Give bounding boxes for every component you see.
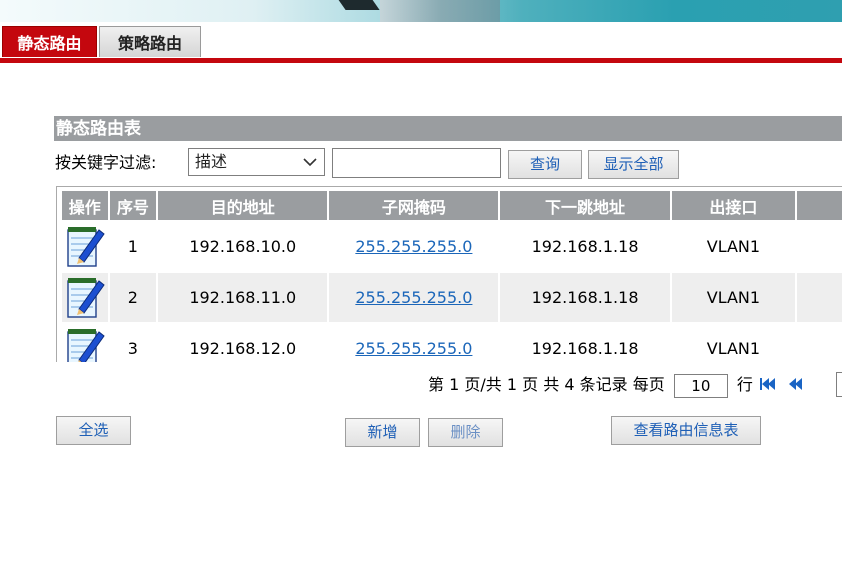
row-index: 2 <box>109 273 157 322</box>
first-page-icon[interactable] <box>760 373 776 399</box>
add-button[interactable]: 新增 <box>345 418 420 447</box>
tab-bar: 静态路由 策略路由 <box>0 25 842 59</box>
per-page-input[interactable]: 10 <box>673 373 728 398</box>
header-action: 操作 <box>62 191 108 220</box>
header-destination: 目的地址 <box>158 191 328 220</box>
row-next-hop: 192.168.1.18 <box>500 222 670 271</box>
header-next-hop: 下一跳地址 <box>500 191 670 220</box>
header-mask: 子网掩码 <box>329 191 499 220</box>
row-mask-cell: 255.255.255.0 <box>329 273 499 322</box>
mask-link[interactable]: 255.255.255.0 <box>355 339 472 358</box>
banner-dark-shape <box>334 0 380 10</box>
header-index: 序号 <box>109 191 157 220</box>
pager-total-records: 4 <box>564 375 575 394</box>
prev-page-icon[interactable] <box>789 373 803 399</box>
row-index: 1 <box>109 222 157 271</box>
view-route-info-button[interactable]: 查看路由信息表 <box>611 416 761 445</box>
page-number-input[interactable] <box>836 372 842 397</box>
notepad-pen-icon[interactable] <box>65 224 105 270</box>
table-row: 3 192.168.12.0 255.255.255.0 192.168.1.1… <box>62 324 842 362</box>
pager-current-page: 1 <box>449 375 460 394</box>
mask-link[interactable]: 255.255.255.0 <box>355 237 472 256</box>
filter-label: 按关键字过滤: <box>55 153 157 172</box>
edit-cell <box>62 324 108 362</box>
query-button[interactable]: 查询 <box>508 150 582 179</box>
filter-field-select[interactable]: 描述 <box>188 148 325 176</box>
pager-text-2: 页 共 <box>522 375 560 394</box>
header-extra <box>797 191 842 220</box>
filter-keyword-input[interactable] <box>332 148 501 178</box>
row-extra <box>797 222 842 271</box>
row-extra <box>797 273 842 322</box>
filter-select-value: 描述 <box>195 152 228 171</box>
tab-underline <box>0 58 842 63</box>
section-title: 静态路由表 <box>54 116 842 141</box>
row-mask-cell: 255.255.255.0 <box>329 324 499 362</box>
table-header-row: 操作 序号 目的地址 子网掩码 下一跳地址 出接口 <box>62 191 842 220</box>
mask-link[interactable]: 255.255.255.0 <box>355 288 472 307</box>
show-all-button[interactable]: 显示全部 <box>588 150 679 179</box>
pager-suffix: 行 <box>736 375 753 394</box>
row-index: 3 <box>109 324 157 362</box>
row-destination: 192.168.10.0 <box>158 222 328 271</box>
pager-total-pages: 1 <box>506 375 518 394</box>
edit-cell <box>62 222 108 271</box>
notepad-pen-icon[interactable] <box>65 326 105 362</box>
table-row: 1 192.168.10.0 255.255.255.0 192.168.1.1… <box>62 222 842 271</box>
row-mask-cell: 255.255.255.0 <box>329 222 499 271</box>
pagination: 第 1 页/共 1 页 共 4 条记录 每页 10 行 <box>428 372 803 399</box>
row-extra <box>797 324 842 362</box>
select-all-button[interactable]: 全选 <box>56 416 131 445</box>
notepad-pen-icon[interactable] <box>65 275 105 321</box>
route-table: 操作 序号 目的地址 子网掩码 下一跳地址 出接口 1 192.168.10.0… <box>60 189 842 362</box>
top-banner <box>0 0 842 24</box>
pager-text-1: 页/共 <box>464 375 502 394</box>
tab-static-route[interactable]: 静态路由 <box>2 26 97 57</box>
banner-graphic <box>380 0 500 24</box>
row-interface: VLAN1 <box>671 273 796 322</box>
row-destination: 192.168.11.0 <box>158 273 328 322</box>
tab-policy-route[interactable]: 策略路由 <box>99 26 201 57</box>
header-interface: 出接口 <box>671 191 796 220</box>
row-interface: VLAN1 <box>671 324 796 362</box>
row-next-hop: 192.168.1.18 <box>500 273 670 322</box>
banner-divider <box>0 22 842 24</box>
edit-cell <box>62 273 108 322</box>
delete-button[interactable]: 删除 <box>428 418 503 447</box>
row-destination: 192.168.12.0 <box>158 324 328 362</box>
row-next-hop: 192.168.1.18 <box>500 324 670 362</box>
row-interface: VLAN1 <box>671 222 796 271</box>
chevron-down-icon <box>302 150 318 182</box>
pager-prefix: 第 <box>428 375 445 394</box>
route-table-container[interactable]: 操作 序号 目的地址 子网掩码 下一跳地址 出接口 1 192.168.10.0… <box>56 186 842 362</box>
pager-text-3: 条记录 每页 <box>579 375 665 394</box>
table-row: 2 192.168.11.0 255.255.255.0 192.168.1.1… <box>62 273 842 322</box>
